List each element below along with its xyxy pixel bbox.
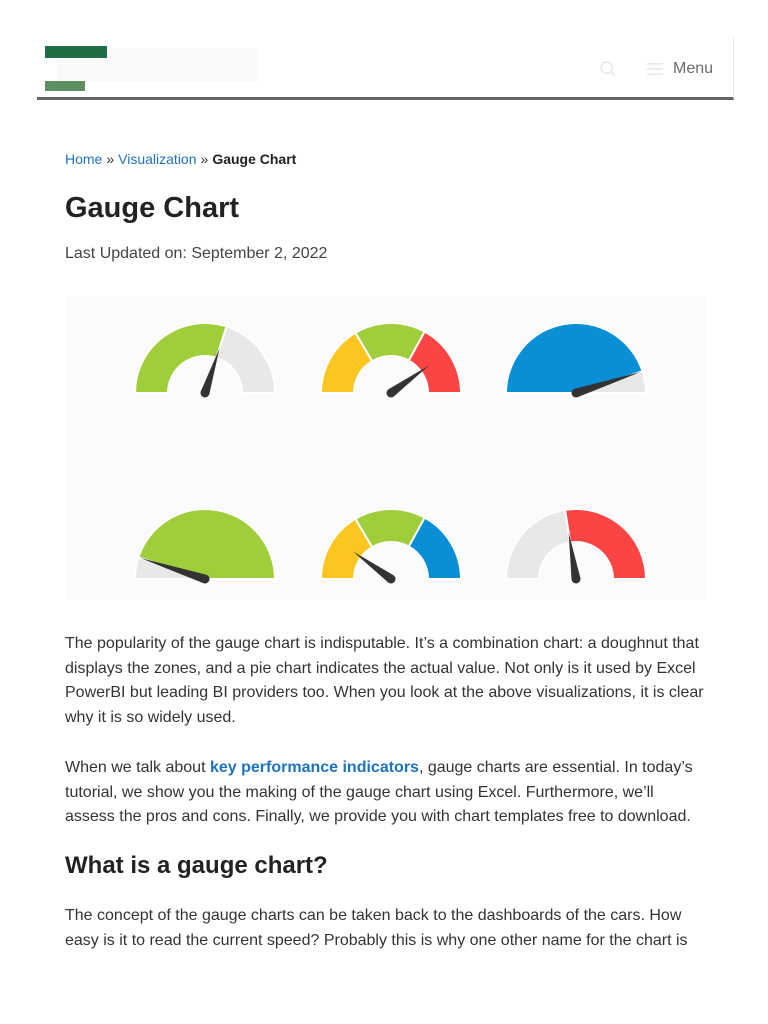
page-title: Gauge Chart bbox=[65, 192, 240, 224]
search-icon[interactable] bbox=[599, 60, 617, 78]
intro-paragraph: The popularity of the gauge chart is ind… bbox=[65, 635, 704, 726]
concept-paragraph: The concept of the gauge charts can be t… bbox=[65, 907, 688, 949]
gauge-charts-image bbox=[65, 296, 705, 600]
section-heading: What is a gauge chart? bbox=[65, 852, 328, 879]
gauge-1-zone-2 bbox=[215, 325, 277, 394]
gauge-5 bbox=[319, 508, 463, 584]
kpi-paragraph: When we talk about key performance indic… bbox=[65, 756, 705, 830]
site-logo[interactable] bbox=[45, 46, 115, 92]
breadcrumb-home[interactable]: Home bbox=[65, 151, 102, 167]
gauge-3 bbox=[504, 322, 648, 398]
gauge-charts-svg bbox=[133, 322, 648, 584]
logo-bar-dark bbox=[45, 46, 107, 58]
gauge-6-hub bbox=[571, 574, 581, 584]
breadcrumb-current: Gauge Chart bbox=[212, 151, 297, 167]
last-updated: Last Updated on: September 2, 2022 bbox=[65, 245, 328, 262]
gauge-1 bbox=[133, 322, 277, 398]
menu-button[interactable]: Menu bbox=[647, 58, 713, 80]
breadcrumb-visualization[interactable]: Visualization bbox=[118, 151, 196, 167]
gauge-6-zone-1 bbox=[504, 508, 572, 580]
hamburger-icon bbox=[647, 63, 663, 75]
logo-bar-light bbox=[45, 81, 85, 91]
breadcrumb-separator: » bbox=[106, 151, 115, 167]
gauge-4-hub bbox=[200, 574, 210, 584]
breadcrumb-separator: » bbox=[200, 151, 209, 167]
gauge-6 bbox=[504, 508, 648, 584]
kpi-link[interactable]: key performance indicators bbox=[210, 759, 419, 776]
gauge-2 bbox=[319, 322, 463, 398]
menu-label: Menu bbox=[673, 60, 714, 77]
gauge-2-hub bbox=[386, 388, 396, 398]
gauge-5-hub bbox=[386, 574, 396, 584]
gauge-1-zone-1 bbox=[133, 322, 228, 394]
gauge-1-hub bbox=[200, 388, 210, 398]
gauge-3-hub bbox=[571, 388, 581, 398]
breadcrumb: Home» Visualization» Gauge Chart bbox=[65, 151, 296, 167]
gauge-4 bbox=[133, 508, 277, 584]
kpi-paragraph-start: When we talk about bbox=[65, 759, 210, 776]
site-header: Menu bbox=[37, 38, 734, 100]
